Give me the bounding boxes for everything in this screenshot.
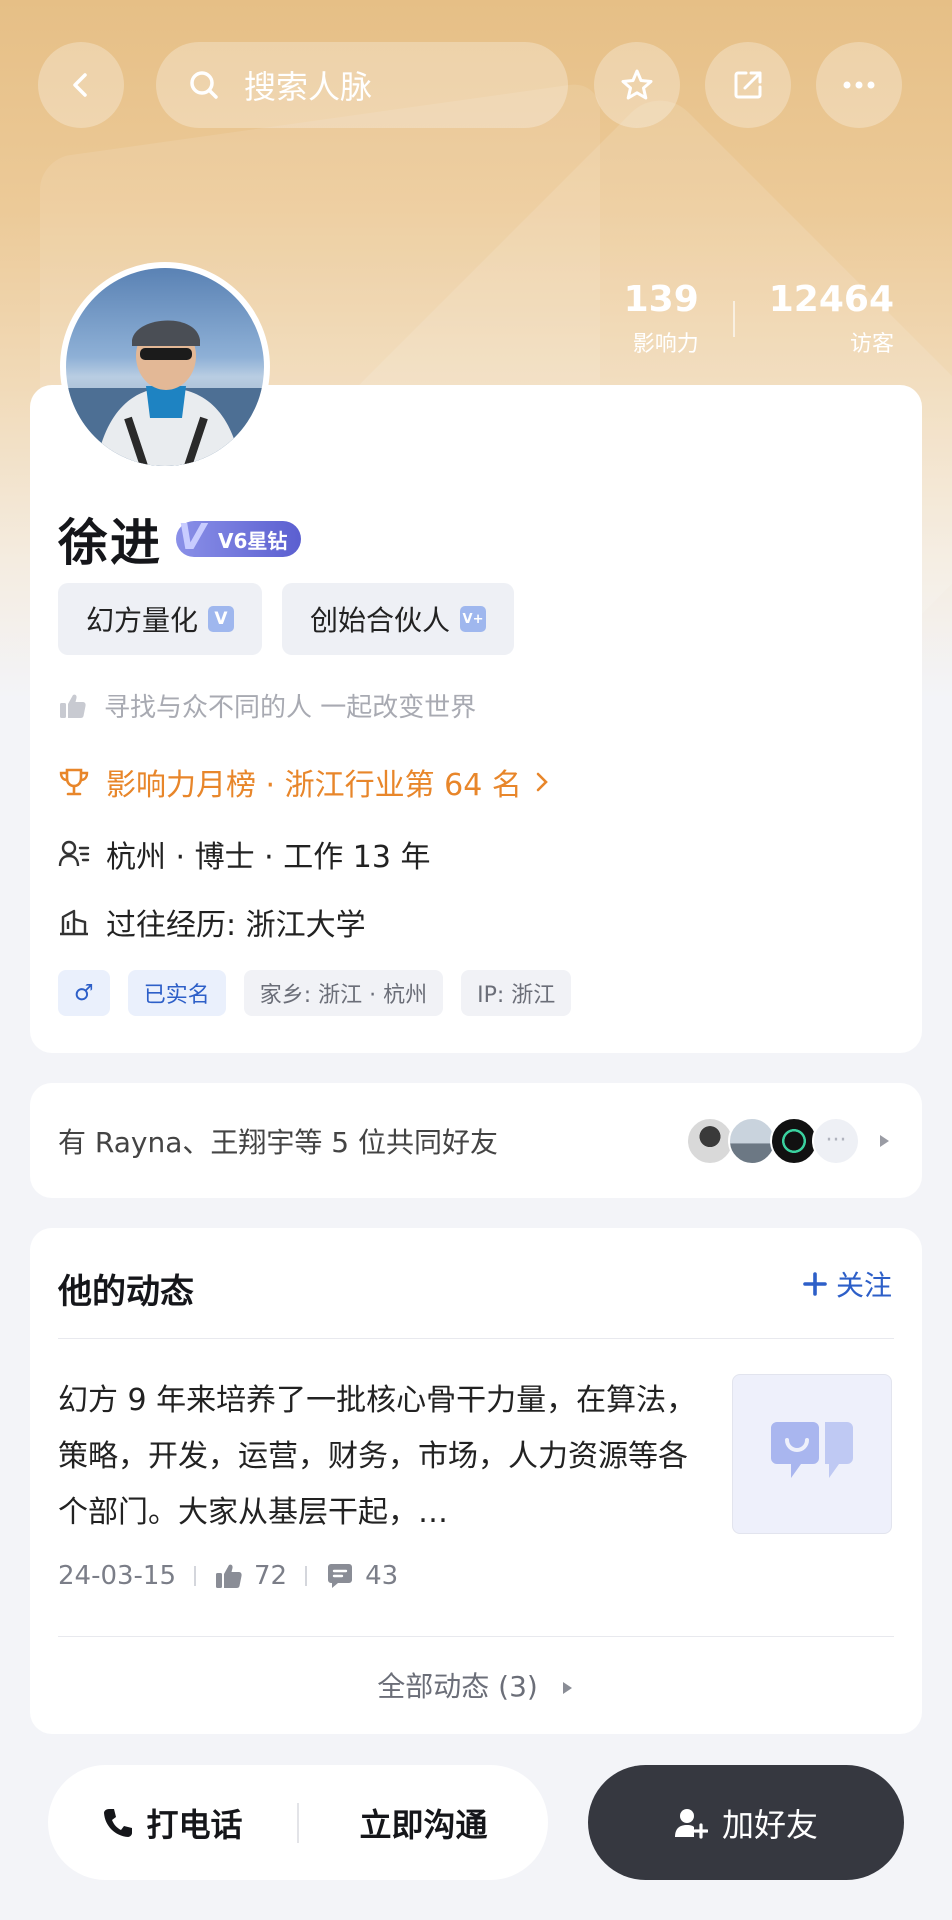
verified-position-icon: V+ [460,606,487,632]
influence-label: 影响力 [632,332,699,357]
chevron-right-icon [536,772,548,792]
building-icon [60,909,88,936]
comment-count: 43 [365,1561,399,1591]
caret-right-icon [562,1682,572,1694]
rank-text: 影响力月榜 · 浙江行业第 64 名 [106,768,522,803]
follow-button[interactable]: 关注 [802,1264,892,1304]
chat-label: 立即沟通 [359,1805,488,1844]
basic-info-text: 杭州 · 博士 · 工作 13 年 [106,840,431,875]
history-row: 过往经历: 浙江大学 [58,900,366,944]
call-label: 打电话 [146,1805,243,1844]
call-button[interactable]: 打电话 [48,1765,297,1880]
mutual-friends-text: 有 Rayna、王翔宇等 5 位共同好友 [58,1125,498,1159]
name-row: 徐进 V V6星钻 [58,503,302,575]
search-input[interactable]: 搜索人脉 [156,42,568,128]
verified-company-icon: V [208,606,235,632]
add-friend-button[interactable]: 加好友 [588,1765,904,1880]
post-meta: 24-03-15 72 43 [58,1561,398,1591]
vip-v-icon: V [178,517,206,558]
contact-actions: 打电话 立即沟通 [48,1765,548,1880]
rank-link[interactable]: 影响力月榜 · 浙江行业第 64 名 [58,760,568,804]
more-button[interactable] [816,42,902,128]
star-icon [621,69,653,100]
share-icon [734,71,762,99]
activity-card: 他的动态 关注 幻方 9 年来培养了一批核心骨干力量，在算法，策略，开发，运营，… [30,1228,922,1734]
more-icon [843,81,875,89]
person-list-icon [58,840,90,867]
motto-text: 寻找与众不同的人 一起改变世界 [104,693,477,723]
friend-avatar [686,1116,734,1165]
thumbs-up-icon [60,694,86,718]
profile-card: 徐进 V V6星钻 幻方量化 V 创始合伙人 V+ 寻找与众不同的人 一起改变世… [30,385,922,1053]
top-bar: 搜索人脉 [0,40,952,130]
person-photo-icon [66,320,264,466]
quote-icon [771,1422,853,1478]
post-thumbnail[interactable] [732,1374,892,1534]
bottom-action-bar: 打电话 立即沟通 加好友 [48,1765,904,1880]
motto-row: 寻找与众不同的人 一起改变世界 [58,687,476,724]
divider [305,1566,308,1586]
visitors-stat[interactable]: 12464 访客 [769,280,894,358]
position-tag[interactable]: 创始合伙人 V+ [282,583,515,655]
post-text[interactable]: 幻方 9 年来培养了一批核心骨干力量，在算法，策略，开发，运营，财务，市场，人力… [58,1373,698,1541]
activity-title: 他的动态 [58,1272,194,1312]
trophy-icon [59,768,89,796]
add-friend-label: 加好友 [721,1805,818,1844]
avatar[interactable] [60,262,270,472]
profile-stats: 139 影响力 12464 访客 [624,280,894,358]
org-tags: 幻方量化 V 创始合伙人 V+ [58,583,534,655]
search-placeholder: 搜索人脉 [244,68,373,106]
divider [58,1636,894,1637]
mutual-friends-card[interactable]: 有 Rayna、王翔宇等 5 位共同好友 ··· [30,1083,922,1198]
position-name: 创始合伙人 [310,604,451,637]
friend-avatar [728,1116,776,1165]
share-button[interactable] [705,42,791,128]
basic-info-row: 杭州 · 博士 · 工作 13 年 [58,832,430,876]
divider [194,1566,197,1586]
favorite-button[interactable] [594,42,680,128]
add-user-icon [674,1808,708,1839]
verified-chip: 已实名 [127,970,226,1016]
ip-chip: IP: 浙江 [461,970,572,1016]
vip-label: V6星钻 [218,528,288,553]
user-name: 徐进 [58,514,162,572]
avatar-photo [66,268,264,466]
like-count: 72 [254,1561,288,1591]
vip-badge[interactable]: V V6星钻 [176,517,302,558]
more-friends-icon: ··· [812,1116,860,1165]
caret-right-icon [880,1134,889,1147]
phone-icon [104,1808,133,1837]
divider [58,1338,894,1339]
follow-label: 关注 [835,1269,892,1302]
hometown-chip: 家乡: 浙江 · 杭州 [243,970,444,1016]
influence-stat[interactable]: 139 影响力 [624,280,699,358]
influence-value: 139 [623,279,699,320]
gender-chip: ♂ [58,970,110,1016]
company-tag[interactable]: 幻方量化 V [58,583,263,655]
chevron-left-icon [73,73,87,97]
comment-icon[interactable] [325,1562,355,1590]
search-icon [190,71,218,99]
visitors-value: 12464 [768,279,894,320]
company-name: 幻方量化 [86,604,199,637]
all-activity-link[interactable]: 全部动态 (3) [30,1665,922,1705]
attribute-chips: ♂ 已实名 家乡: 浙江 · 杭州 IP: 浙江 [58,970,589,1016]
post-date: 24-03-15 [58,1561,177,1591]
history-text: 过往经历: 浙江大学 [106,908,366,943]
friend-avatar [770,1116,818,1165]
all-activity-label: 全部动态 (3) [377,1670,538,1703]
visitors-label: 访客 [849,332,894,357]
thumbs-up-icon[interactable] [214,1562,244,1590]
chat-button[interactable]: 立即沟通 [299,1765,548,1880]
back-button[interactable] [38,42,124,128]
plus-icon [803,1272,827,1296]
divider [732,301,735,337]
